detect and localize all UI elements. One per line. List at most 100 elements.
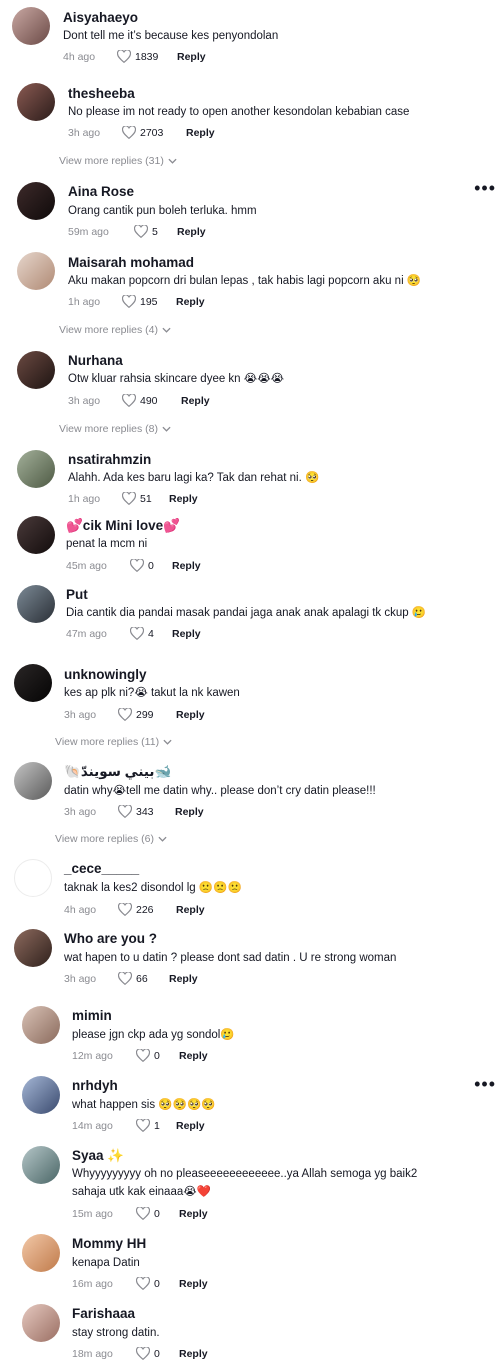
comment-username[interactable]: 🐚بيني سويندّ🐋 bbox=[64, 764, 171, 780]
reply-button[interactable]: Reply bbox=[176, 904, 205, 916]
avatar[interactable] bbox=[22, 1146, 60, 1184]
avatar[interactable] bbox=[17, 516, 55, 554]
comment-time: 12m ago bbox=[72, 1049, 113, 1062]
reply-button[interactable]: Reply bbox=[177, 226, 206, 238]
comment-text-line2: sahaja utk kak einaaa😭❤️ bbox=[72, 1186, 211, 1198]
comment-text: penat la mcm ni bbox=[66, 538, 148, 550]
reply-button[interactable]: Reply bbox=[179, 1278, 208, 1290]
comment-text: datin why😭tell me datin why.. please don… bbox=[64, 785, 376, 797]
like-button[interactable]: 66 bbox=[118, 972, 169, 985]
like-button[interactable]: 5 bbox=[134, 225, 177, 238]
reply-button[interactable]: Reply bbox=[172, 560, 201, 572]
comment-time: 3h ago bbox=[64, 972, 97, 985]
comment-meta: 3h ago 490 Reply bbox=[68, 394, 210, 407]
like-button[interactable]: 0 bbox=[136, 1347, 179, 1360]
reply-button[interactable]: Reply bbox=[169, 973, 198, 985]
view-more-replies[interactable]: View more replies (6) bbox=[55, 833, 167, 845]
ellipsis-icon[interactable]: ••• bbox=[474, 179, 496, 197]
avatar[interactable] bbox=[14, 929, 52, 967]
like-button[interactable]: 1839 bbox=[117, 50, 177, 63]
heart-outline-icon bbox=[136, 1277, 150, 1290]
like-button[interactable]: 4 bbox=[130, 627, 172, 640]
heart-outline-icon bbox=[118, 903, 132, 916]
reply-button[interactable]: Reply bbox=[186, 127, 215, 139]
like-button[interactable]: 0 bbox=[130, 559, 172, 572]
comment-time: 1h ago bbox=[68, 492, 101, 505]
comment-username[interactable]: Maisarah mohamad bbox=[68, 255, 194, 270]
comment-username[interactable]: Who are you ? bbox=[64, 931, 157, 946]
comment-username[interactable]: thesheeba bbox=[68, 86, 135, 101]
comment-text: Otw kluar rahsia skincare dyee kn 😭😭😭 bbox=[68, 373, 285, 385]
comment-time: 15m ago bbox=[72, 1207, 113, 1220]
reply-button[interactable]: Reply bbox=[176, 296, 205, 308]
like-button[interactable]: 0 bbox=[136, 1277, 179, 1290]
comment-username[interactable]: Syaa ✨ bbox=[72, 1148, 124, 1164]
reply-button[interactable]: Reply bbox=[169, 493, 198, 505]
comment-time: 59m ago bbox=[68, 225, 109, 238]
like-count: 0 bbox=[154, 1347, 160, 1360]
avatar[interactable] bbox=[17, 351, 55, 389]
comment-text: Dia cantik dia pandai masak pandai jaga … bbox=[66, 607, 427, 619]
avatar[interactable] bbox=[14, 859, 52, 897]
avatar[interactable] bbox=[22, 1006, 60, 1044]
like-button[interactable]: 1 bbox=[136, 1119, 176, 1132]
like-button[interactable]: 2703 bbox=[122, 126, 186, 139]
comment-username[interactable]: nrhdyh bbox=[72, 1078, 118, 1093]
reply-button[interactable]: Reply bbox=[172, 628, 201, 640]
avatar[interactable] bbox=[17, 585, 55, 623]
like-button[interactable]: 0 bbox=[136, 1049, 179, 1062]
reply-button[interactable]: Reply bbox=[176, 709, 205, 721]
like-button[interactable]: 343 bbox=[118, 805, 175, 818]
avatar[interactable] bbox=[12, 7, 50, 45]
reply-button[interactable]: Reply bbox=[177, 51, 206, 63]
comment-username[interactable]: unknowingly bbox=[64, 667, 147, 682]
avatar[interactable] bbox=[17, 252, 55, 290]
comment-username[interactable]: Mommy HH bbox=[72, 1236, 146, 1251]
avatar[interactable] bbox=[22, 1234, 60, 1272]
comment-text: wat hapen to u datin ? please dont sad d… bbox=[64, 952, 397, 964]
comment-username[interactable]: nsatirahmzin bbox=[68, 452, 151, 467]
reply-button[interactable]: Reply bbox=[181, 395, 210, 407]
avatar[interactable] bbox=[22, 1304, 60, 1342]
view-more-label: View more replies (6) bbox=[55, 833, 155, 845]
avatar[interactable] bbox=[14, 664, 52, 702]
view-more-replies[interactable]: View more replies (31) bbox=[59, 155, 177, 167]
like-button[interactable]: 490 bbox=[122, 394, 181, 407]
comment-text: Whyyyyyyyyy oh no pleaseeeeeeeeeeee..ya … bbox=[72, 1168, 418, 1180]
like-count: 4 bbox=[148, 627, 154, 640]
reply-button[interactable]: Reply bbox=[176, 1120, 205, 1132]
ellipsis-icon[interactable]: ••• bbox=[474, 1075, 496, 1093]
like-button[interactable]: 299 bbox=[118, 708, 176, 721]
reply-button[interactable]: Reply bbox=[179, 1348, 208, 1360]
view-more-replies[interactable]: View more replies (11) bbox=[55, 736, 172, 748]
comment-username[interactable]: Aisyahaeyo bbox=[63, 10, 138, 25]
avatar[interactable] bbox=[14, 762, 52, 800]
avatar[interactable] bbox=[17, 450, 55, 488]
view-more-replies[interactable]: View more replies (4) bbox=[59, 324, 171, 336]
heart-outline-icon bbox=[134, 225, 148, 238]
view-more-label: View more replies (4) bbox=[59, 324, 159, 336]
reply-button[interactable]: Reply bbox=[175, 806, 204, 818]
comment-username[interactable]: Farishaaa bbox=[72, 1306, 135, 1321]
like-button[interactable]: 0 bbox=[136, 1207, 179, 1220]
comment-time: 3h ago bbox=[68, 394, 101, 407]
like-button[interactable]: 51 bbox=[122, 492, 169, 505]
like-button[interactable]: 226 bbox=[118, 903, 176, 916]
comment-username[interactable]: 💕cik Mini love💕 bbox=[66, 518, 180, 534]
comment-username[interactable]: Aina Rose bbox=[68, 184, 134, 199]
like-count: 343 bbox=[136, 805, 154, 818]
avatar[interactable] bbox=[17, 182, 55, 220]
heart-outline-icon bbox=[136, 1347, 150, 1360]
reply-button[interactable]: Reply bbox=[179, 1050, 208, 1062]
comment-username[interactable]: mimin bbox=[72, 1008, 112, 1023]
comment-username[interactable]: Nurhana bbox=[68, 353, 123, 368]
reply-button[interactable]: Reply bbox=[179, 1208, 208, 1220]
view-more-replies[interactable]: View more replies (8) bbox=[59, 423, 171, 435]
avatar[interactable] bbox=[17, 83, 55, 121]
like-count: 51 bbox=[140, 492, 152, 505]
comment-username[interactable]: Put bbox=[66, 587, 88, 602]
like-button[interactable]: 195 bbox=[122, 295, 176, 308]
like-count: 1839 bbox=[135, 50, 159, 63]
avatar[interactable] bbox=[22, 1076, 60, 1114]
comment-username[interactable]: _cece_____ bbox=[64, 861, 139, 876]
